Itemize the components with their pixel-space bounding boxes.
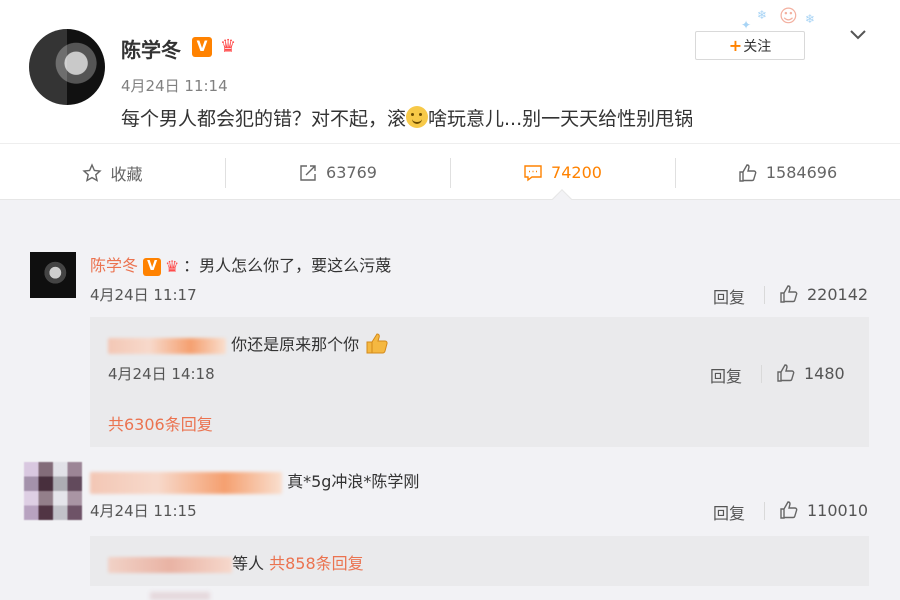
blurred-username[interactable] xyxy=(108,337,226,354)
sub-summary-suffix: 等人 xyxy=(232,554,265,573)
comment-like-count: 220142 xyxy=(807,284,869,304)
sub-reply-like-button[interactable]: 1480 xyxy=(776,363,845,383)
post-time[interactable]: 4月24日 11:14 xyxy=(121,75,228,96)
thumbs-up-emoji xyxy=(364,332,390,354)
like-button[interactable]: 1584696 xyxy=(675,144,900,201)
comment-line: 陈学冬 V ♛ ：男人怎么你了，要这么污蔑 xyxy=(90,252,391,277)
reply-button[interactable]: 回复 xyxy=(713,284,745,308)
divider xyxy=(764,502,765,520)
more-replies-link[interactable]: 共858条回复 xyxy=(269,554,364,573)
sub-summary-line: 等人 共858条回复 xyxy=(108,550,364,574)
sub-reply-text: 你还是原来那个你 xyxy=(231,335,360,354)
blurred-username[interactable] xyxy=(108,556,232,573)
repost-count: 63769 xyxy=(326,163,377,182)
follow-label: 关注 xyxy=(743,39,772,55)
thumb-up-icon xyxy=(780,285,798,303)
reply-button[interactable]: 回复 xyxy=(713,500,745,524)
thumb-up-icon xyxy=(780,501,798,519)
sub-reply-line: 你还是原来那个你 xyxy=(108,331,390,355)
comment-like-button[interactable]: 220142 xyxy=(779,284,868,304)
smile-emoji xyxy=(406,106,429,128)
post-actions-bar: 收藏 63769 74200 1584696 xyxy=(0,143,900,200)
favorite-button[interactable]: 收藏 xyxy=(0,144,225,201)
follow-button[interactable]: +关注 xyxy=(695,31,805,60)
thumb-up-icon xyxy=(777,364,795,382)
sub-replies-summary: 等人 共858条回复 xyxy=(90,536,869,586)
comment-text: 真*5g冲浪*陈学刚 xyxy=(287,472,420,491)
more-replies-link[interactable]: 共6306条回复 xyxy=(108,411,213,435)
verified-icon: V xyxy=(192,36,212,57)
favorite-label: 收藏 xyxy=(110,164,143,184)
chevron-down-icon[interactable] xyxy=(848,24,868,44)
comment-avatar[interactable] xyxy=(30,252,76,298)
crown-icon: ♛ xyxy=(164,256,180,276)
comment-icon xyxy=(524,164,542,181)
repost-button[interactable]: 63769 xyxy=(225,144,450,201)
post-text-part1: 每个男人都会犯的错？对不起，滚 xyxy=(121,108,407,130)
comment-like-count: 110010 xyxy=(807,500,869,520)
divider xyxy=(764,286,765,304)
author-avatar[interactable] xyxy=(29,29,105,105)
author-badges: V ♛ xyxy=(192,36,239,57)
comment-text: ：男人怎么你了，要这么污蔑 xyxy=(183,256,392,275)
divider xyxy=(761,365,762,383)
post-author-name[interactable]: 陈学冬 xyxy=(121,34,181,63)
star-icon xyxy=(82,162,103,182)
sub-reply-button[interactable]: 回复 xyxy=(710,363,742,387)
thumb-up-icon xyxy=(739,163,757,182)
crown-icon: ♛ xyxy=(220,35,237,57)
plus-icon: + xyxy=(728,36,743,55)
verified-icon: V xyxy=(143,257,162,276)
comment-avatar[interactable] xyxy=(24,462,82,520)
like-count: 1584696 xyxy=(765,163,838,182)
blurred-username[interactable] xyxy=(90,471,282,494)
next-comment-preview xyxy=(150,592,210,600)
sub-replies-box: 你还是原来那个你 4月24日 14:18 回复 1480 共6306条回复 xyxy=(90,317,869,447)
comment-line: 真*5g冲浪*陈学刚 xyxy=(90,468,419,494)
post-text: 每个男人都会犯的错？对不起，滚 啥玩意儿...别一天天给性别甩锅 xyxy=(121,104,693,131)
comment-author[interactable]: 陈学冬 xyxy=(90,256,138,275)
sub-reply-time: 4月24日 14:18 xyxy=(108,365,215,383)
comment-count: 74200 xyxy=(551,163,602,182)
comment-like-button[interactable]: 110010 xyxy=(779,500,868,520)
post-card: 陈学冬 V ♛ 4月24日 11:14 每个男人都会犯的错？对不起，滚 啥玩意儿.… xyxy=(0,0,900,200)
comment-time: 4月24日 11:17 xyxy=(90,286,197,304)
comment-time: 4月24日 11:15 xyxy=(90,502,197,520)
post-text-part2: 啥玩意儿...别一天天给性别甩锅 xyxy=(428,108,694,130)
sub-reply-like-count: 1480 xyxy=(804,363,845,383)
repost-icon xyxy=(300,164,316,181)
